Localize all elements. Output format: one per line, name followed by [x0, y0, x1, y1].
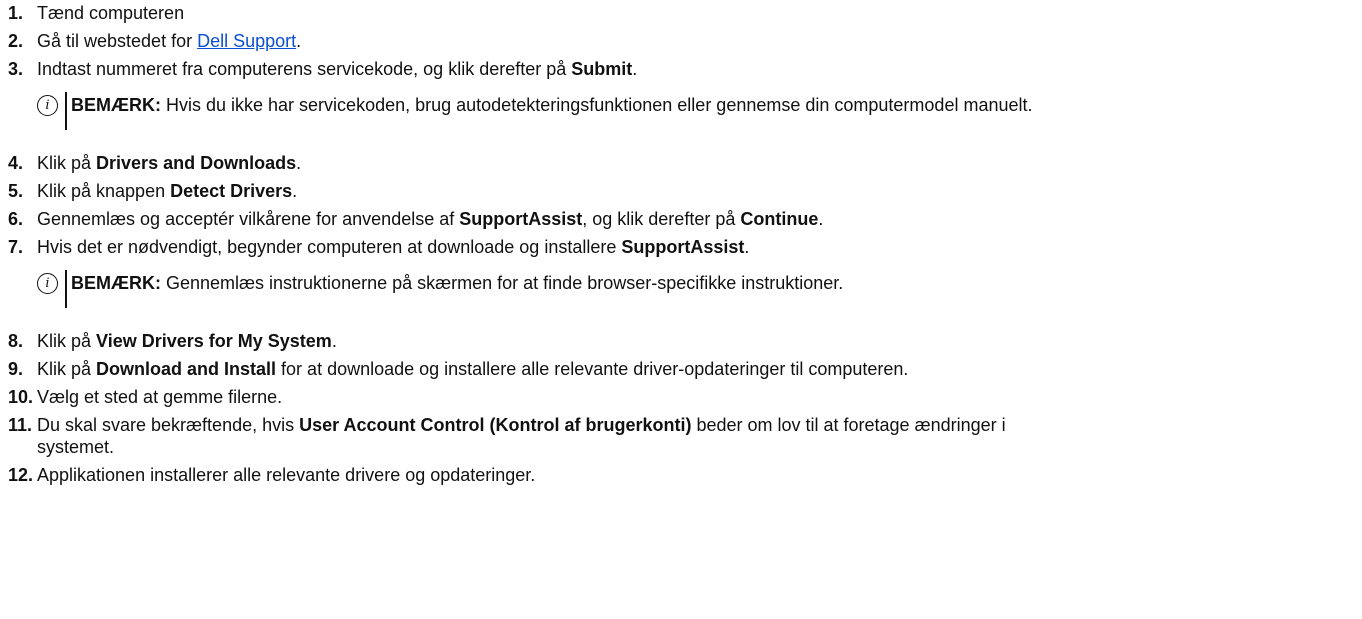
step-number: 6. — [8, 209, 24, 229]
step-number: 2. — [8, 31, 24, 51]
step-number: 3. — [8, 59, 24, 79]
step-text-end: . — [292, 181, 298, 201]
note-text: BEMÆRK: Gennemlæs instruktionerne på skæ… — [71, 272, 843, 294]
step-text-mid: , og klik derefter på — [582, 209, 741, 229]
step-5: 5. Klik på knappen Detect Drivers. — [8, 180, 1358, 202]
step-11: 11. Du skal svare bekræftende, hvis User… — [8, 414, 1358, 458]
instruction-document: 1. Tænd computeren 2. Gå til webstedet f… — [8, 2, 1358, 486]
step-text-end: . — [296, 31, 302, 51]
note-body: Hvis du ikke har servicekoden, brug auto… — [161, 95, 1033, 115]
view-drivers-label: View Drivers for My System — [96, 331, 332, 351]
step-text-end: . — [632, 59, 638, 79]
step-text: Klik på — [37, 331, 97, 351]
step-text-line2: systemet. — [37, 437, 115, 457]
step-number: 10. — [8, 387, 34, 407]
step-8: 8. Klik på View Drivers for My System. — [8, 330, 1358, 352]
step-text: Vælg et sted at gemme filerne. — [37, 387, 283, 407]
step-3: 3. Indtast nummeret fra computerens serv… — [8, 58, 1358, 80]
step-text: Hvis det er nødvendigt, begynder compute… — [37, 237, 622, 257]
step-text-end: . — [744, 237, 750, 257]
step-text: Gennemlæs og acceptér vilkårene for anve… — [37, 209, 460, 229]
step-number: 4. — [8, 153, 24, 173]
note-divider — [65, 270, 67, 308]
step-text-end: for at downloade og installere alle rele… — [276, 359, 909, 379]
detect-drivers-label: Detect Drivers — [170, 181, 293, 201]
step-7: 7. Hvis det er nødvendigt, begynder comp… — [8, 236, 1358, 258]
step-text-end: . — [331, 331, 337, 351]
step-text: Tænd computeren — [37, 3, 185, 23]
step-text: Klik på — [37, 359, 97, 379]
step-9: 9. Klik på Download and Install for at d… — [8, 358, 1358, 380]
note-2: i BEMÆRK: Gennemlæs instruktionerne på s… — [37, 270, 1358, 310]
drivers-downloads-label: Drivers and Downloads — [96, 153, 297, 173]
step-number: 11. — [8, 415, 33, 435]
note-divider — [65, 92, 67, 130]
step-6: 6. Gennemlæs og acceptér vilkårene for a… — [8, 208, 1358, 230]
note-1: i BEMÆRK: Hvis du ikke har servicekoden,… — [37, 92, 1358, 132]
step-2: 2. Gå til webstedet for Dell Support. — [8, 30, 1358, 52]
continue-label: Continue — [740, 209, 819, 229]
step-text: Gå til webstedet for — [37, 31, 198, 51]
submit-label: Submit — [571, 59, 633, 79]
step-text-end: . — [818, 209, 824, 229]
step-text-end: . — [296, 153, 302, 173]
step-12: 12. Applikationen installerer alle relev… — [8, 464, 1358, 486]
supportassist-label: SupportAssist — [459, 209, 583, 229]
step-text-end: beder om lov til at foretage ændringer i — [691, 415, 1006, 435]
step-number: 12. — [8, 465, 34, 485]
note-body: Gennemlæs instruktionerne på skærmen for… — [161, 273, 844, 293]
info-icon: i — [37, 273, 58, 294]
step-text: Klik på — [37, 153, 97, 173]
note-label: BEMÆRK: — [71, 95, 161, 115]
dell-support-link[interactable]: Dell Support — [197, 31, 296, 51]
info-icon: i — [37, 95, 58, 116]
step-4: 4. Klik på Drivers and Downloads. — [8, 152, 1358, 174]
supportassist-label: SupportAssist — [621, 237, 745, 257]
step-1: 1. Tænd computeren — [8, 2, 1358, 24]
step-10: 10. Vælg et sted at gemme filerne. — [8, 386, 1358, 408]
note-text: BEMÆRK: Hvis du ikke har servicekoden, b… — [71, 94, 1033, 116]
download-install-label: Download and Install — [96, 359, 277, 379]
uac-label: User Account Control (Kontrol af brugerk… — [299, 415, 692, 435]
step-number: 1. — [8, 3, 24, 23]
step-text: Du skal svare bekræftende, hvis — [37, 415, 300, 435]
step-text: Klik på knappen — [37, 181, 171, 201]
step-text: Applikationen installerer alle relevante… — [37, 465, 536, 485]
step-number: 5. — [8, 181, 24, 201]
note-label: BEMÆRK: — [71, 273, 161, 293]
step-number: 7. — [8, 237, 24, 257]
step-number: 8. — [8, 331, 24, 351]
step-number: 9. — [8, 359, 24, 379]
step-text: Indtast nummeret fra computerens service… — [37, 59, 572, 79]
